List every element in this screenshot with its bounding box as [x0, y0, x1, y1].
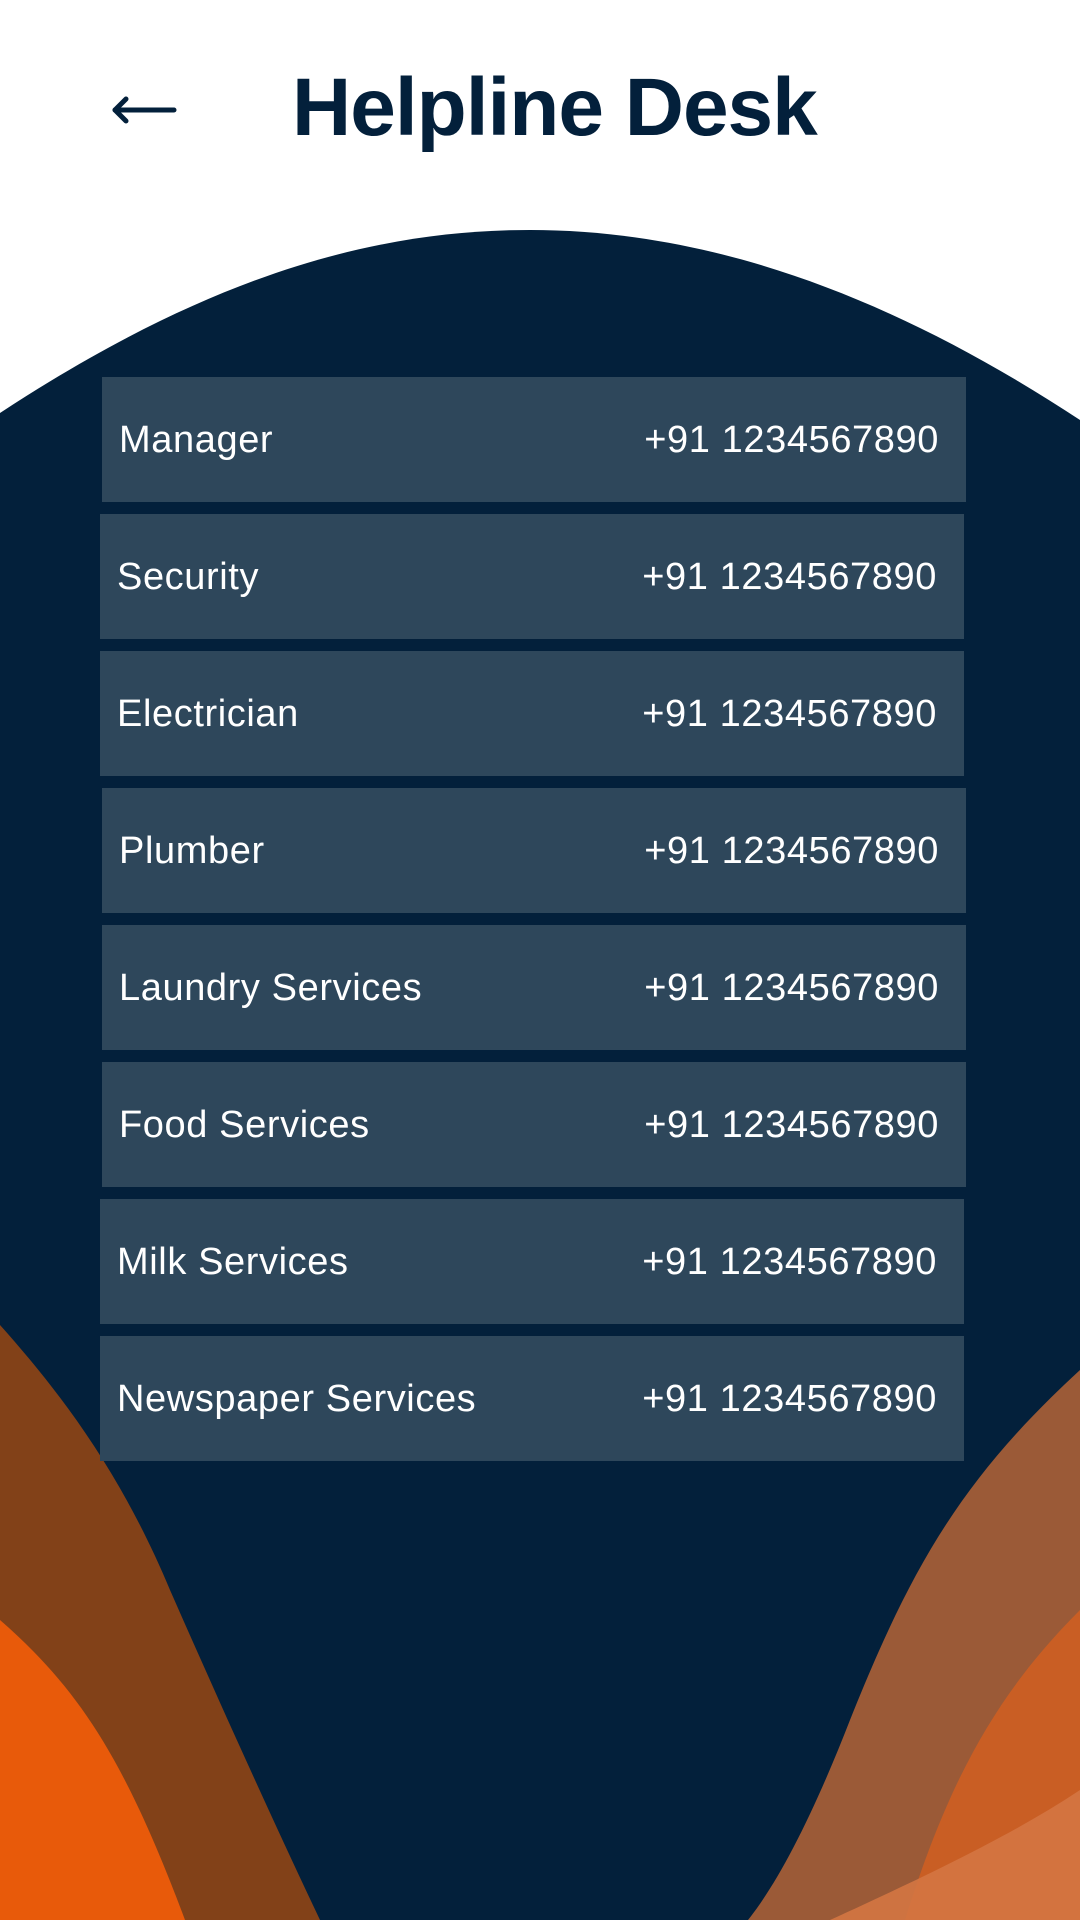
contact-name: Milk Services	[117, 1240, 349, 1283]
contact-name: Manager	[119, 418, 274, 461]
contact-name: Plumber	[119, 829, 265, 872]
contact-row-security[interactable]: Security +91 1234567890	[100, 514, 964, 639]
contact-phone: +91 1234567890	[644, 418, 939, 461]
contact-name: Laundry Services	[119, 966, 423, 1009]
contact-name: Food Services	[119, 1103, 370, 1146]
back-arrow-icon	[112, 96, 177, 124]
back-button[interactable]	[98, 72, 188, 148]
contact-row-milk-services[interactable]: Milk Services +91 1234567890	[100, 1199, 964, 1324]
contact-row-food-services[interactable]: Food Services +91 1234567890	[102, 1062, 966, 1187]
contact-name: Security	[117, 555, 260, 598]
helpline-contact-list: Manager +91 1234567890 Security +91 1234…	[0, 0, 1080, 1920]
contact-phone: +91 1234567890	[642, 692, 937, 735]
contact-row-newspaper-services[interactable]: Newspaper Services +91 1234567890	[100, 1336, 964, 1461]
app-header: Helpline Desk	[0, 0, 1080, 220]
contact-phone: +91 1234567890	[644, 966, 939, 1009]
contact-row-electrician[interactable]: Electrician +91 1234567890	[100, 651, 964, 776]
contact-name: Newspaper Services	[117, 1377, 477, 1420]
contact-name: Electrician	[117, 692, 299, 735]
contact-phone: +91 1234567890	[642, 1377, 937, 1420]
contact-phone: +91 1234567890	[644, 829, 939, 872]
contact-phone: +91 1234567890	[642, 555, 937, 598]
contact-row-laundry-services[interactable]: Laundry Services +91 1234567890	[102, 925, 966, 1050]
contact-row-manager[interactable]: Manager +91 1234567890	[102, 377, 966, 502]
page-title: Helpline Desk	[292, 62, 818, 153]
contact-phone: +91 1234567890	[642, 1240, 937, 1283]
contact-row-plumber[interactable]: Plumber +91 1234567890	[102, 788, 966, 913]
contact-phone: +91 1234567890	[644, 1103, 939, 1146]
